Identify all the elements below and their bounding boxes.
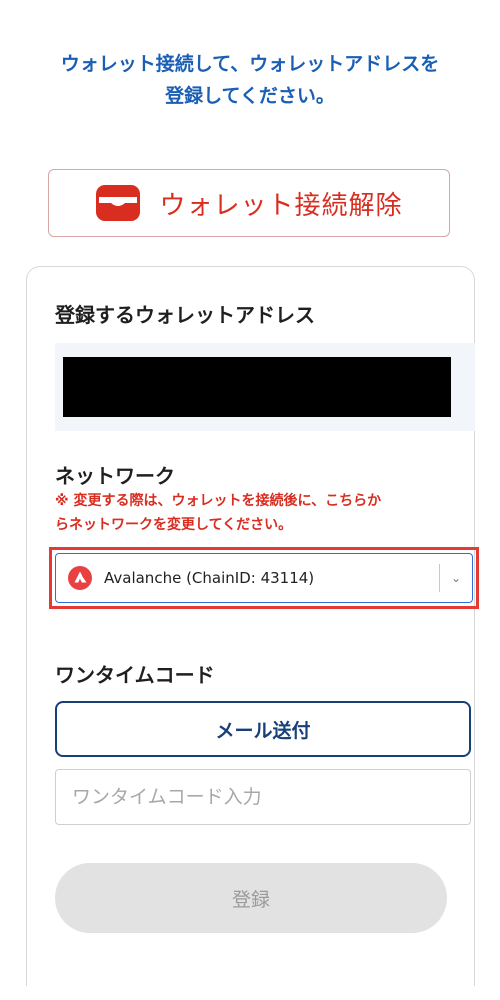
send-mail-button[interactable]: メール送付	[55, 701, 471, 757]
instruction-line-1: ウォレット接続して、ウォレットアドレスを	[60, 53, 440, 75]
disconnect-wallet-button[interactable]: ウォレット接続解除	[48, 169, 450, 237]
wallet-address-title: 登録するウォレットアドレス	[55, 303, 315, 327]
register-button[interactable]: 登録	[55, 863, 447, 933]
disconnect-wallet-label: ウォレット接続解除	[159, 190, 403, 221]
wallet-icon	[96, 185, 141, 221]
one-time-code-title: ワンタイムコード	[55, 663, 215, 687]
instruction-line-2: 登録してください。	[165, 85, 335, 107]
wallet-address-redacted	[63, 357, 451, 417]
avalanche-icon	[68, 566, 92, 590]
network-title: ネットワーク	[55, 464, 175, 488]
network-select-highlight: Avalanche (ChainID: 43114) ⌄	[49, 547, 479, 609]
network-note: ※ 変更する際は、ウォレットを接続後に、こちらか らネットワークを変更してくださ…	[55, 489, 455, 537]
one-time-code-input[interactable]	[55, 769, 471, 825]
wallet-address-field	[55, 343, 475, 431]
network-note-line-1: ※ 変更する際は、ウォレットを接続後に、こちらか	[55, 493, 382, 509]
network-note-line-2: らネットワークを変更してください。	[55, 517, 293, 533]
network-select[interactable]: Avalanche (ChainID: 43114) ⌄	[55, 553, 473, 603]
registration-card: 登録するウォレットアドレス ネットワーク ※ 変更する際は、ウォレットを接続後に…	[26, 266, 479, 986]
chevron-down-icon[interactable]: ⌄	[440, 571, 472, 585]
instruction-text: ウォレット接続して、ウォレットアドレスを 登録してください。	[20, 48, 480, 112]
network-select-value: Avalanche (ChainID: 43114)	[104, 569, 315, 587]
